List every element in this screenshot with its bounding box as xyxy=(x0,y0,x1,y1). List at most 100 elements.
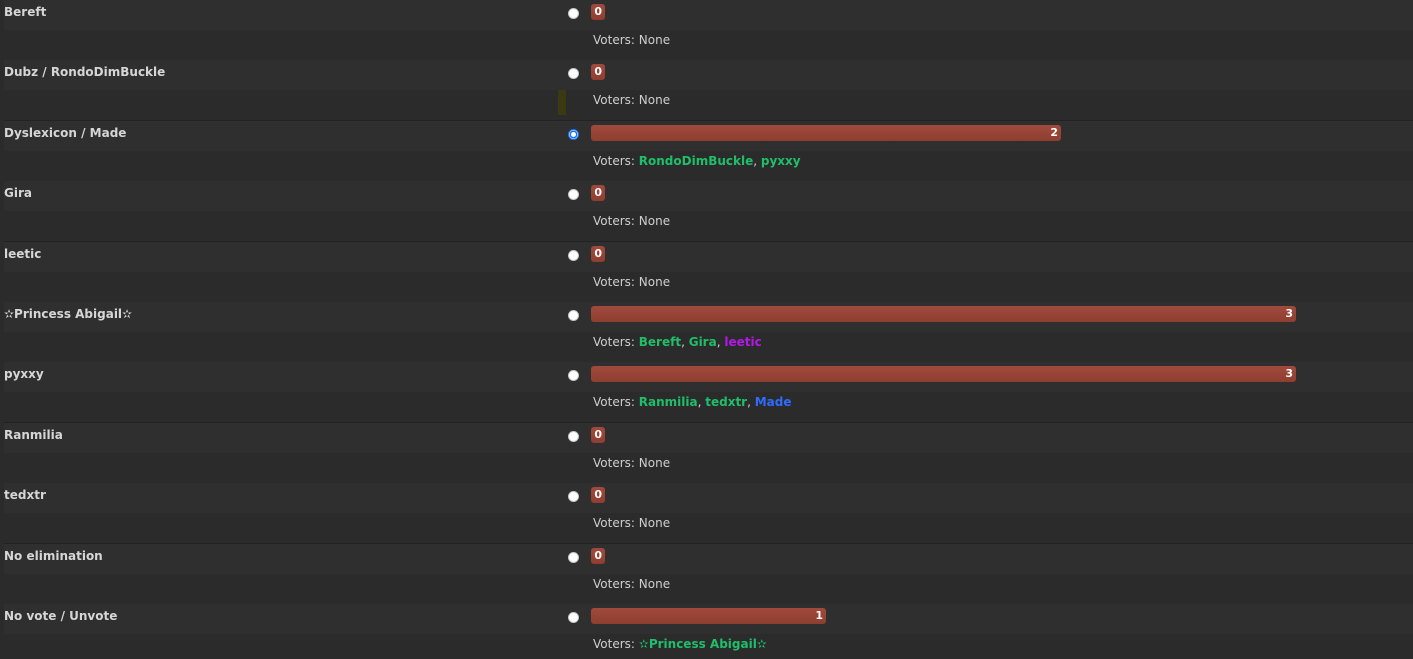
vote-radio-button[interactable] xyxy=(568,249,579,261)
vote-count: 3 xyxy=(1285,367,1293,381)
voter-list: ✫Princess Abigail✫ xyxy=(639,637,767,651)
vote-poll: Bereft 0 Voters: None Dubz / RondoDimBuckle… xyxy=(0,0,1413,659)
option-voters-row: Voters: Bereft, Gira, leetic xyxy=(4,331,1413,363)
vote-count: 0 xyxy=(594,427,602,441)
voter-link[interactable]: RondoDimBuckle xyxy=(639,154,753,168)
option-header-row: ✫Princess Abigail✫ 3 xyxy=(4,301,1413,333)
vote-count: 0 xyxy=(594,548,602,562)
vote-count-bar: 0 xyxy=(591,4,605,20)
highlight-marker xyxy=(558,90,566,116)
voters-line: Voters: None xyxy=(593,275,670,289)
voters-line: Voters: None xyxy=(593,516,670,530)
vote-count: 3 xyxy=(1285,306,1293,320)
option-voters-row: Voters: None xyxy=(4,573,1413,605)
poll-option: Bereft 0 Voters: None xyxy=(0,0,1413,61)
voters-label: Voters: xyxy=(593,33,635,47)
vote-radio-button[interactable] xyxy=(568,68,579,80)
voter-link[interactable]: pyxxy xyxy=(761,154,801,168)
vote-radio-button[interactable] xyxy=(568,189,579,201)
vote-count-bar: 0 xyxy=(591,245,605,262)
option-header-row: leetic 0 xyxy=(4,241,1413,273)
option-header-row: tedxtr 0 xyxy=(4,483,1413,515)
option-voters-row: Voters: ✫Princess Abigail✫ xyxy=(4,633,1413,659)
option-name: ✫Princess Abigail✫ xyxy=(4,306,133,321)
vote-count: 0 xyxy=(594,65,602,79)
option-name: No elimination xyxy=(4,548,103,563)
vote-radio-button[interactable] xyxy=(568,491,579,503)
vote-count-bar: 0 xyxy=(591,487,605,504)
vote-radio-button[interactable] xyxy=(568,128,579,140)
voter-link[interactable]: ✫Princess Abigail✫ xyxy=(639,637,767,651)
vote-count-bar: 1 xyxy=(591,607,826,624)
voter-link[interactable]: Bereft xyxy=(639,335,681,349)
option-header-row: Bereft 0 xyxy=(4,0,1413,31)
voters-label: Voters: xyxy=(593,395,635,410)
vote-count-bar: 0 xyxy=(591,426,605,443)
voters-line: Voters: RondoDimBuckle, pyxxy xyxy=(593,154,801,168)
vote-radio-button[interactable] xyxy=(568,551,579,563)
voter-link[interactable]: Ranmilia xyxy=(639,395,698,409)
vote-count: 1 xyxy=(815,608,823,622)
option-voters-row: Voters: Ranmilia, tedxtr, Made xyxy=(4,392,1413,424)
no-voters-text: None xyxy=(638,33,671,47)
poll-option: No vote / Unvote 1 Voters: ✫Princess Abiga… xyxy=(0,603,1413,659)
vote-count: 0 xyxy=(594,5,602,18)
voters-line: Voters: None xyxy=(593,214,670,228)
voter-link[interactable]: Made xyxy=(755,395,792,409)
option-name: leetic xyxy=(4,246,42,261)
voter-list: None xyxy=(639,577,670,591)
voters-label: Voters: xyxy=(593,93,635,108)
option-header-row: No elimination 0 xyxy=(4,543,1413,575)
no-voters-text: None xyxy=(638,93,671,108)
voter-list: None xyxy=(639,93,670,107)
voter-list: Bereft, Gira, leetic xyxy=(638,334,762,349)
vote-radio-button[interactable] xyxy=(568,309,579,321)
voters-line: Voters: None xyxy=(593,33,670,47)
poll-option: Ranmilia 0 Voters: None xyxy=(0,422,1413,484)
vote-radio-button[interactable] xyxy=(568,430,579,442)
vote-count: 0 xyxy=(594,246,602,260)
voters-label: Voters: xyxy=(593,636,635,651)
voter-link[interactable]: tedxtr xyxy=(705,395,747,409)
voters-label: Voters: xyxy=(593,214,635,229)
option-name: tedxtr xyxy=(4,488,46,503)
voters-line: Voters: None xyxy=(593,577,670,591)
poll-option: pyxxy 3 Voters: Ranmilia, tedxtr, Made xyxy=(0,362,1413,424)
vote-count-bar: 2 xyxy=(591,124,1061,141)
vote-radio-button[interactable] xyxy=(568,370,579,382)
option-name: Dubz / RondoDimBuckle xyxy=(4,65,166,80)
voter-list: None xyxy=(639,516,670,530)
voter-link[interactable]: Gira xyxy=(689,335,717,349)
voters-line: Voters: None xyxy=(593,456,670,470)
option-voters-row: Voters: None xyxy=(4,513,1413,545)
voters-label: Voters: xyxy=(593,153,635,168)
voters-label: Voters: xyxy=(593,274,635,289)
poll-option: tedxtr 0 Voters: None xyxy=(0,483,1413,545)
vote-radio-button[interactable] xyxy=(568,8,579,19)
option-header-row: Ranmilia 0 xyxy=(4,422,1413,454)
voter-list: RondoDimBuckle, pyxxy xyxy=(638,153,801,168)
option-header-row: Gira 0 xyxy=(4,181,1413,213)
vote-count: 2 xyxy=(1050,125,1058,139)
no-voters-text: None xyxy=(638,455,671,470)
vote-count-bar: 0 xyxy=(591,185,605,202)
vote-count-bar: 3 xyxy=(591,366,1296,383)
vote-radio-button[interactable] xyxy=(568,611,579,623)
option-header-row: pyxxy 3 xyxy=(4,362,1413,394)
voter-link[interactable]: leetic xyxy=(724,335,761,349)
option-name: No vote / Unvote xyxy=(4,608,118,623)
vote-count: 0 xyxy=(594,488,602,502)
option-name: Gira xyxy=(4,186,32,201)
option-voters-row: Voters: RondoDimBuckle, pyxxy xyxy=(4,150,1413,182)
voter-list: None xyxy=(639,275,670,289)
voters-line: Voters: Ranmilia, tedxtr, Made xyxy=(593,395,792,409)
option-voters-row: Voters: None xyxy=(4,30,1413,61)
option-name: Ranmilia xyxy=(4,427,63,442)
option-voters-row: Voters: None xyxy=(4,271,1413,303)
vote-count: 0 xyxy=(594,186,602,200)
option-name: Bereft xyxy=(4,5,47,19)
voter-list: Ranmilia, tedxtr, Made xyxy=(638,395,792,410)
no-voters-text: None xyxy=(638,516,671,531)
option-name: pyxxy xyxy=(4,367,44,382)
voters-line: Voters: None xyxy=(593,93,670,107)
